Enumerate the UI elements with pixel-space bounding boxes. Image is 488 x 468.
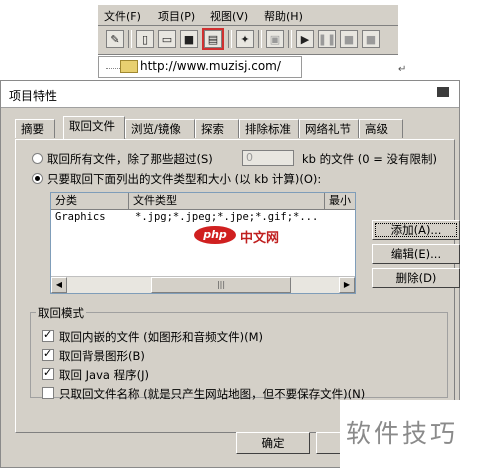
play-icon[interactable]: ▶ — [296, 30, 314, 48]
menu-project[interactable]: 项目(P) — [158, 8, 195, 24]
col-min[interactable]: 最小 — [325, 193, 355, 209]
tab-browse-mirror[interactable]: 浏览/镜像 — [125, 119, 195, 138]
col-category[interactable]: 分类 — [51, 193, 129, 209]
checkbox-java-programs[interactable] — [42, 366, 54, 380]
tab-summary[interactable]: 摘要 — [15, 119, 55, 138]
tab-explore[interactable]: 探索 — [195, 119, 239, 138]
option-listed-types-label: 只要取回下面列出的文件类型和大小 (以 kb 计算)(O): — [47, 172, 322, 186]
menu-view[interactable]: 视图(V) — [210, 8, 248, 24]
scroll-right-icon[interactable]: ▶ — [339, 277, 355, 293]
properties-icon[interactable]: ▤ — [202, 28, 224, 50]
toolbar-separator — [128, 30, 132, 48]
option-all-files-label: 取回所有文件，除了那些超过(S) — [47, 152, 213, 166]
app-window-fragment: 文件(F) 项目(P) 视图(V) 帮助(H) ✎ ▯ ▭ ■ ▤ ✦ ▣ ▶ … — [98, 0, 406, 80]
menu-file[interactable]: 文件(F) — [104, 8, 141, 24]
edit-icon[interactable]: ✎ — [106, 30, 124, 48]
dialog-title: 项目特性 — [9, 89, 58, 103]
background-images-label: 取回背景图形(B) — [59, 349, 145, 363]
toolbar: ✎ ▯ ▭ ■ ▤ ✦ ▣ ▶ ❚❚ ■ ■ — [98, 26, 398, 55]
toolbar-separator — [258, 30, 262, 48]
list-cell-category[interactable]: Graphics — [55, 211, 106, 223]
new-icon[interactable]: ▯ — [136, 30, 154, 48]
ok-button[interactable]: 确定 — [236, 432, 310, 454]
tree-url[interactable]: http://www.muzisj.com/ — [140, 59, 281, 73]
embedded-files-label: 取回内嵌的文件 (如图形和音频文件)(M) — [59, 330, 264, 344]
checkbox-background-images[interactable] — [42, 347, 54, 361]
menu-bar: 文件(F) 项目(P) 视图(V) 帮助(H) — [98, 4, 398, 26]
java-programs-label: 取回 Java 程序(J) — [59, 368, 149, 382]
wizard-icon[interactable]: ✦ — [236, 30, 254, 48]
dialog-titlebar: 项目特性 — [1, 81, 459, 108]
radio-listed-types[interactable] — [32, 173, 43, 184]
toolbar-separator — [228, 30, 232, 48]
checkbox-filenames-only[interactable] — [42, 387, 54, 399]
delete-button[interactable]: 删除(D) — [372, 268, 460, 288]
scroll-left-icon[interactable]: ◀ — [51, 277, 67, 293]
tab-advanced[interactable]: 高级 — [359, 119, 403, 138]
tab-exclusion[interactable]: 排除标准 — [239, 119, 299, 138]
retrieve-mode-label: 取回模式 — [36, 305, 86, 321]
horizontal-scrollbar[interactable]: ◀ ||| ▶ — [51, 276, 355, 293]
kb-limit-input[interactable]: 0 — [242, 150, 294, 166]
radio-all-files[interactable] — [32, 153, 43, 164]
php-logo: php — [194, 226, 236, 244]
edit-button[interactable]: 编辑(E)... — [372, 244, 460, 264]
list-cell-types[interactable]: *.jpg;*.jpeg;*.jpe;*.gif;*... — [135, 211, 318, 223]
col-file-types[interactable]: 文件类型 — [129, 193, 325, 209]
close-icon[interactable] — [437, 87, 449, 97]
toolbar-separator — [288, 30, 292, 48]
bottom-watermark: 软件技巧 — [346, 419, 459, 448]
tree-connector — [106, 68, 120, 69]
tab-netiquette[interactable]: 网络礼节 — [299, 119, 359, 138]
open-icon[interactable]: ▭ — [158, 30, 176, 48]
php-watermark: php 中文网 — [194, 226, 318, 246]
tab-retrieve-files[interactable]: 取回文件 — [63, 116, 125, 139]
folder-icon — [120, 60, 138, 73]
pause-icon[interactable]: ❚❚ — [318, 30, 336, 48]
list-header: 分类 文件类型 最小 — [51, 193, 355, 210]
screenshot-icon[interactable]: ▣ — [266, 30, 284, 48]
stop-all-icon[interactable]: ■ — [362, 30, 380, 48]
stop-icon[interactable]: ■ — [340, 30, 358, 48]
tree-row[interactable]: http://www.muzisj.com/ — [98, 56, 398, 78]
save-icon[interactable]: ■ — [180, 30, 198, 48]
add-button[interactable]: 添加(A)... — [372, 220, 460, 240]
php-site-text: 中文网 — [240, 231, 280, 246]
filenames-only-label: 只取回文件名称 (就是只产生网站地图，但不要保存文件)(N) — [59, 387, 366, 401]
scroll-thumb[interactable]: ||| — [151, 277, 291, 293]
kb-limit-suffix: kb 的文件 (0 = 没有限制) — [302, 152, 438, 166]
checkbox-embedded-files[interactable] — [42, 328, 54, 342]
return-mark: ↵ — [398, 64, 407, 75]
menu-help[interactable]: 帮助(H) — [264, 8, 303, 24]
